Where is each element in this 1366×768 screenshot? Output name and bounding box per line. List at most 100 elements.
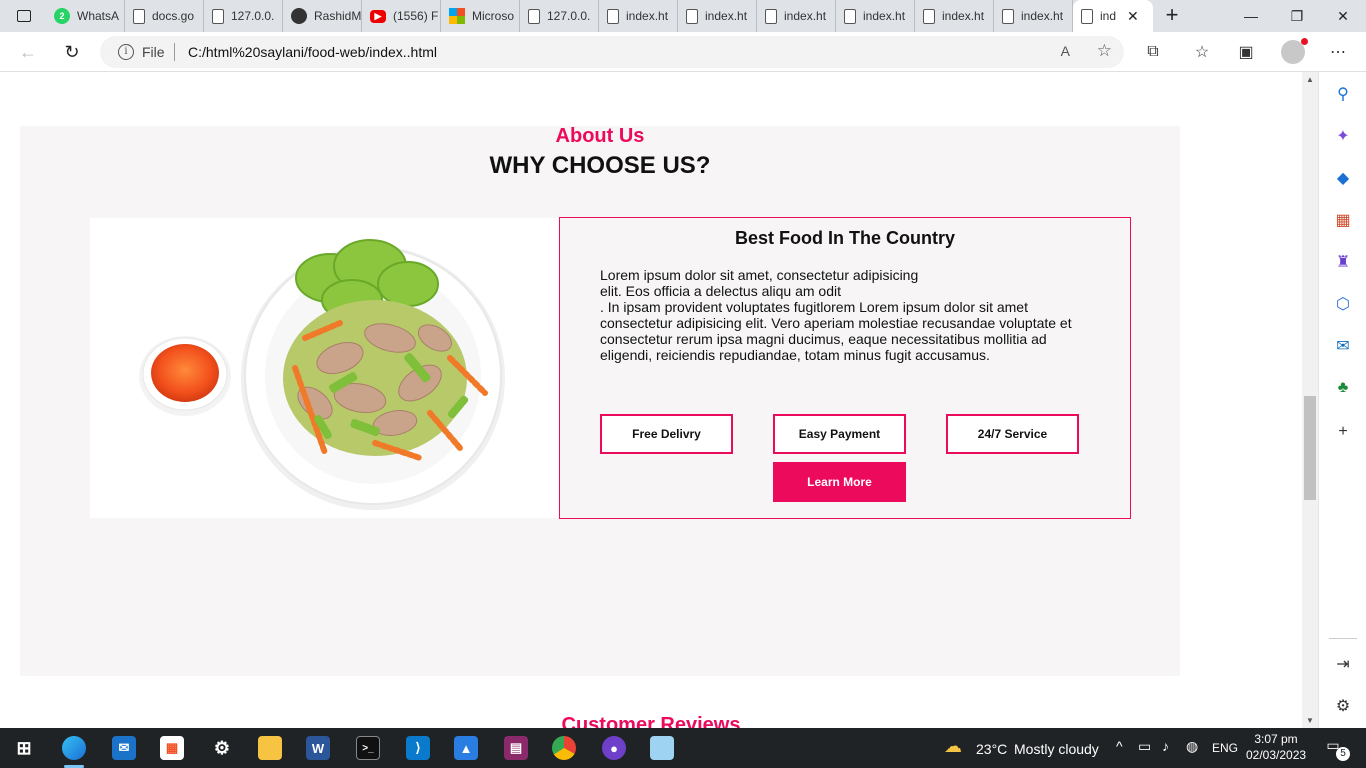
page-icon — [1002, 8, 1014, 24]
tab-index-5[interactable]: index.ht — [915, 0, 994, 32]
photos-icon: ▲ — [454, 736, 478, 760]
page-scrollbar[interactable]: ▲ ▼ — [1302, 72, 1318, 728]
shopping-tag-icon[interactable]: ◆ — [1331, 166, 1355, 190]
windows-logo-icon: ⊞ — [16, 737, 32, 758]
chevron-up-icon[interactable]: ^ — [1116, 738, 1123, 754]
winrar-icon: ▤ — [504, 736, 528, 760]
tab-index-3[interactable]: index.ht — [757, 0, 836, 32]
free-delivery-button[interactable]: Free Delivry — [600, 414, 733, 454]
tree-icon[interactable]: ♣ — [1331, 376, 1355, 400]
easy-payment-button[interactable]: Easy Payment — [773, 414, 906, 454]
read-aloud-icon[interactable]: A — [1061, 43, 1070, 59]
battery-icon[interactable]: ▭ — [1138, 738, 1151, 755]
taskbar-mail[interactable]: ✉ — [102, 728, 146, 768]
copilot-icon[interactable]: ✦ — [1331, 124, 1355, 148]
scroll-thumb[interactable] — [1304, 396, 1316, 500]
add-sidebar-icon[interactable]: + — [1331, 420, 1355, 444]
whatsapp-icon: 2 — [54, 8, 70, 24]
tab-actions-icon — [17, 10, 31, 22]
extensions-icon[interactable]: ⧉ — [1141, 40, 1165, 64]
tab-index-2[interactable]: index.ht — [678, 0, 757, 32]
microsoft-icon — [449, 8, 465, 24]
card-paragraph: Lorem ipsum dolor sit amet, consectetur … — [600, 267, 1072, 363]
close-window-button[interactable]: ✕ — [1320, 0, 1366, 32]
notes-icon — [650, 736, 674, 760]
scheme-label: File — [142, 44, 165, 60]
reviews-heading: Customer Reviews — [561, 714, 741, 728]
back-arrow-icon: ← — [19, 41, 37, 62]
service-button[interactable]: 24/7 Service — [946, 414, 1079, 454]
tab-index-4[interactable]: index.ht — [836, 0, 915, 32]
tab-whatsapp[interactable]: 2 WhatsA — [46, 0, 125, 32]
search-icon[interactable]: ⚲ — [1331, 82, 1355, 106]
taskbar-settings[interactable]: ⚙ — [200, 728, 244, 768]
minimize-button[interactable]: — — [1228, 0, 1274, 32]
chrome-icon — [552, 736, 576, 760]
page-icon — [844, 8, 856, 24]
back-button[interactable]: ← — [16, 40, 40, 64]
outlook-icon[interactable]: ✉ — [1331, 334, 1355, 358]
office-icon[interactable]: ⬡ — [1331, 292, 1355, 316]
taskbar-notes[interactable] — [640, 728, 684, 768]
edge-sidebar: ⚲ ✦ ◆ ▦ ♜ ⬡ ✉ ♣ + ⇥ ⚙ — [1318, 72, 1366, 728]
taskbar-explorer[interactable] — [248, 728, 292, 768]
sidebar-divider — [1329, 638, 1357, 639]
tab-youtube[interactable]: ▶ (1556) F — [362, 0, 441, 32]
taskbar-terminal[interactable]: >_ — [346, 728, 390, 768]
learn-more-button[interactable]: Learn More — [773, 462, 906, 502]
network-globe-icon[interactable]: ◍ — [1186, 738, 1198, 755]
taskbar-chrome[interactable] — [542, 728, 586, 768]
taskbar-github-desktop[interactable]: ● — [592, 728, 636, 768]
add-favorite-icon[interactable]: ☆ — [1097, 41, 1112, 61]
address-bar[interactable]: i File C:/html%20saylani/food-web/index.… — [100, 36, 1124, 68]
games-icon[interactable]: ♜ — [1331, 250, 1355, 274]
start-button[interactable]: ⊞ — [2, 728, 46, 768]
folder-icon — [258, 736, 282, 760]
tab-actions-button[interactable] — [8, 4, 40, 28]
scroll-up-icon[interactable]: ▲ — [1302, 75, 1318, 84]
tab-localhost-2[interactable]: 127.0.0. — [520, 0, 599, 32]
scroll-down-icon[interactable]: ▼ — [1302, 716, 1318, 725]
taskbar-store[interactable]: ▦ — [150, 728, 194, 768]
refresh-icon: ↻ — [64, 41, 80, 62]
collections-icon[interactable]: ▣ — [1234, 40, 1258, 64]
page-icon — [528, 8, 540, 24]
favorites-icon[interactable]: ☆ — [1190, 40, 1214, 64]
language-indicator[interactable]: ENG — [1212, 741, 1238, 755]
weather-condition[interactable]: Mostly cloudy — [1014, 741, 1099, 757]
tab-docs[interactable]: docs.go — [125, 0, 204, 32]
salad-plate-illustration — [90, 218, 560, 518]
feature-card: Best Food In The Country Lorem ipsum dol… — [559, 217, 1131, 519]
close-tab-icon[interactable]: ✕ — [1127, 8, 1139, 25]
taskbar-vscode[interactable]: ⟩ — [396, 728, 440, 768]
taskbar-edge[interactable] — [52, 728, 96, 768]
tools-icon[interactable]: ▦ — [1331, 208, 1355, 232]
tab-index-6[interactable]: index.ht — [994, 0, 1073, 32]
weather-cloud-icon[interactable]: ☁ — [944, 736, 962, 757]
youtube-icon: ▶ — [370, 9, 386, 23]
weather-temp[interactable]: 23°C — [976, 741, 1007, 757]
settings-gear-icon[interactable]: ⚙ — [1331, 694, 1355, 718]
tab-active[interactable]: ind ✕ — [1073, 0, 1153, 32]
clock[interactable]: 3:07 pm 02/03/2023 — [1246, 731, 1306, 763]
tab-index-1[interactable]: index.ht — [599, 0, 678, 32]
tab-github[interactable]: RashidM — [283, 0, 362, 32]
page-viewport: About Us WHY CHOOSE US? Best Food In The… — [0, 72, 1302, 728]
url-text[interactable]: C:/html%20saylani/food-web/index..html — [188, 44, 437, 60]
tab-localhost[interactable]: 127.0.0. — [204, 0, 283, 32]
taskbar-photos[interactable]: ▲ — [444, 728, 488, 768]
info-icon[interactable]: i — [118, 44, 134, 60]
page-icon — [1081, 8, 1093, 24]
taskbar-word[interactable]: W — [296, 728, 340, 768]
maximize-button[interactable]: ❐ — [1274, 0, 1320, 32]
volume-icon[interactable]: ♪ — [1162, 738, 1169, 754]
notifications-button[interactable]: ▭ 5 — [1322, 737, 1350, 761]
tab-microsoft[interactable]: Microso — [441, 0, 520, 32]
new-tab-button[interactable]: + — [1160, 4, 1184, 28]
profile-avatar[interactable] — [1281, 38, 1308, 64]
more-menu-icon[interactable]: ⋯ — [1326, 40, 1350, 64]
hide-sidebar-icon[interactable]: ⇥ — [1331, 652, 1355, 676]
tab-strip: 2 WhatsA docs.go 127.0.0. RashidM ▶ (1556)… — [46, 0, 1153, 32]
taskbar-winrar[interactable]: ▤ — [494, 728, 538, 768]
refresh-button[interactable]: ↻ — [60, 40, 84, 64]
